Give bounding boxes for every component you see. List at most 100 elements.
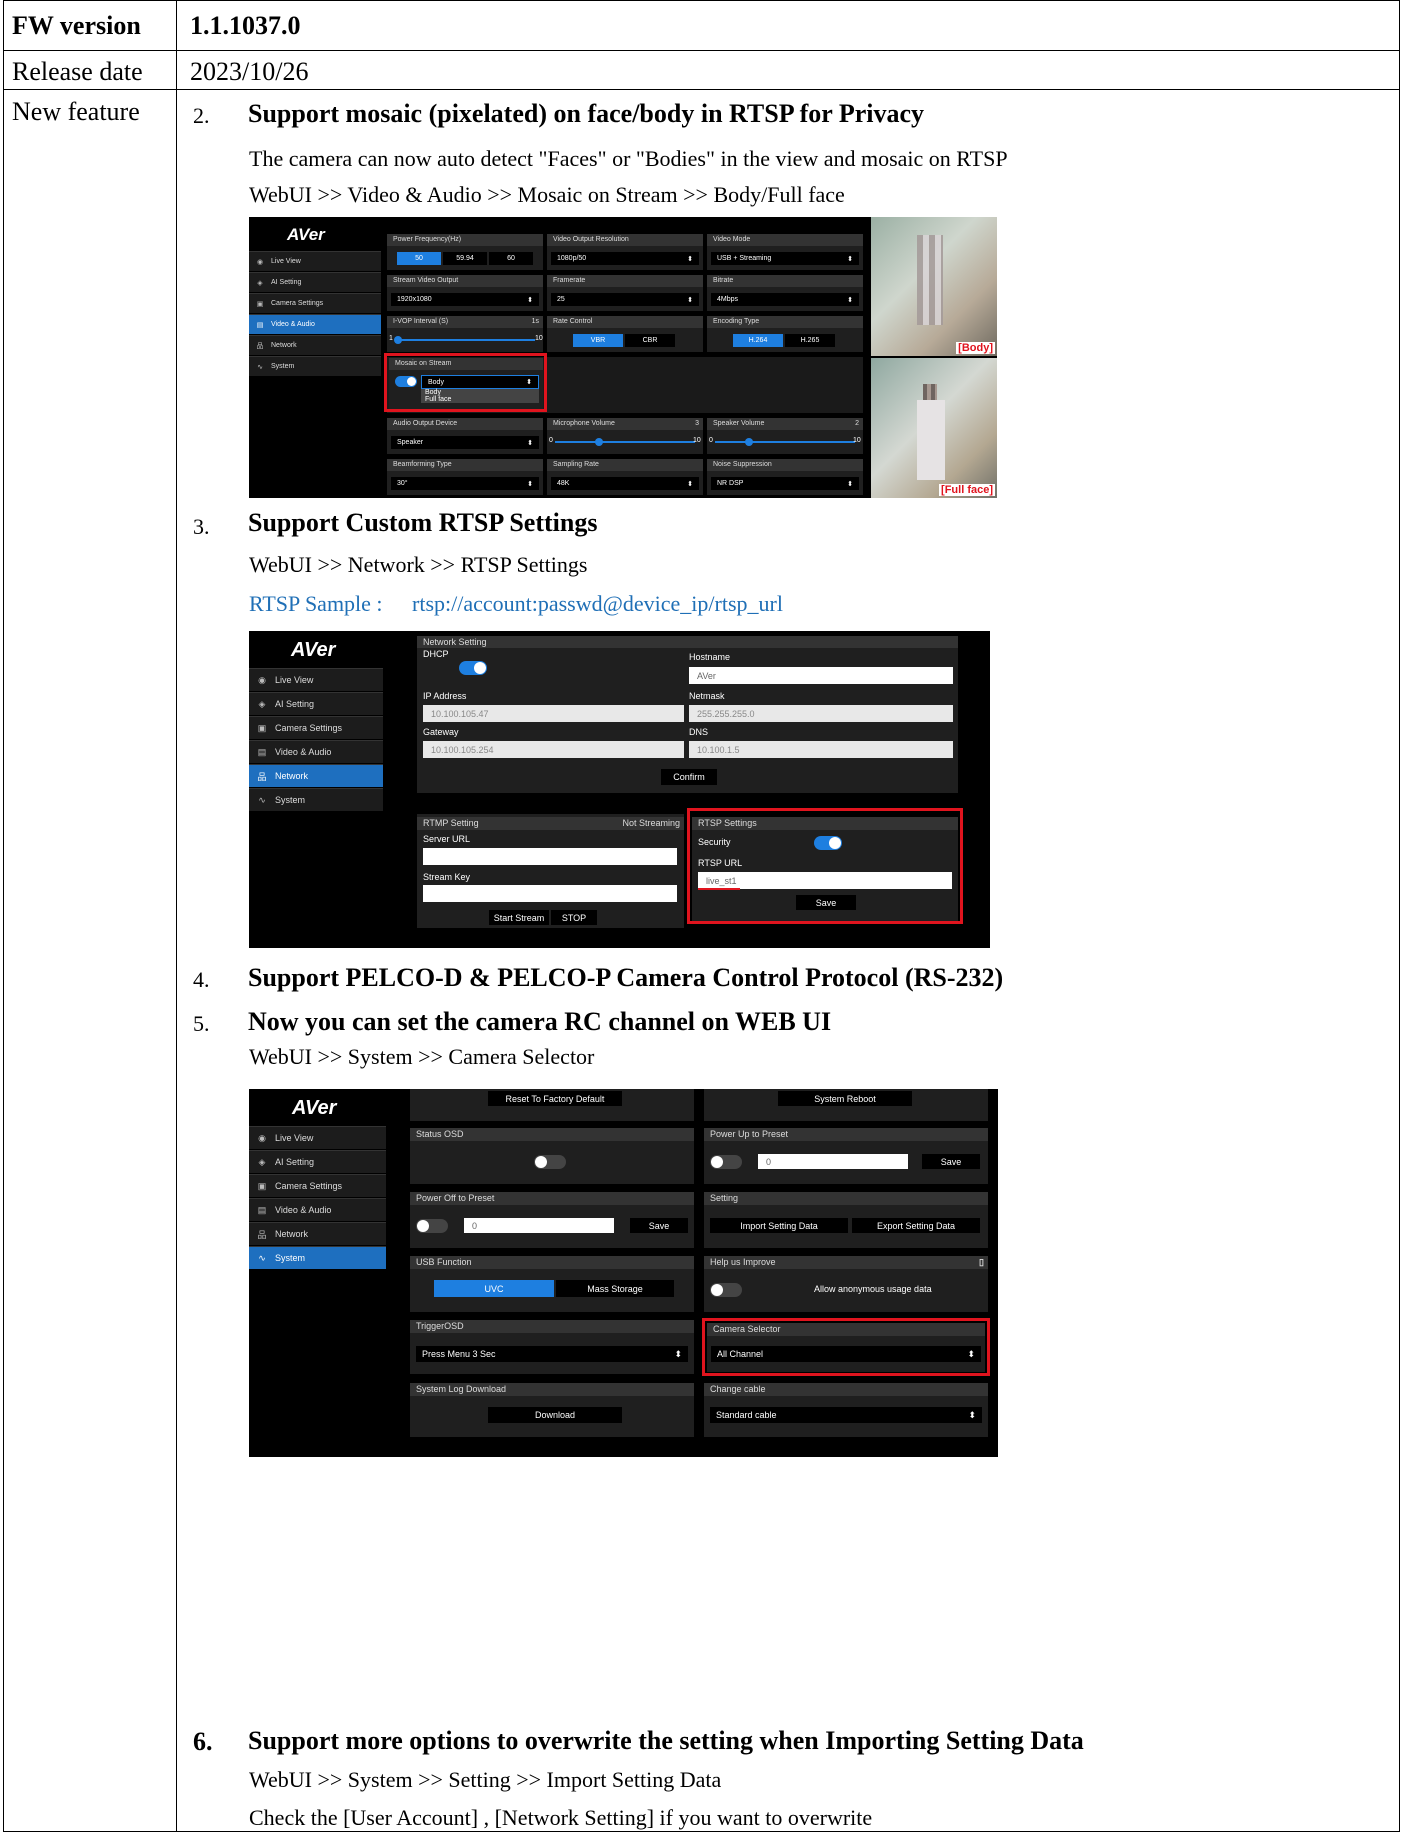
slider-knob[interactable] [394,336,402,344]
save-button[interactable]: Save [630,1218,688,1233]
eye-icon: ◉ [258,1132,266,1143]
power-off-toggle[interactable] [416,1219,448,1233]
sidebar-item-network[interactable]: 品 Network [249,764,383,787]
sidebar-item-label: AI Setting [271,279,302,286]
start-stream-button[interactable]: Start Stream [489,910,549,925]
select-value: USB + Streaming [717,255,772,262]
status-osd-toggle[interactable] [534,1155,566,1169]
noise-select[interactable]: NR DSP ⬍ [711,477,859,490]
ip-label: IP Address [423,691,467,701]
change-cable-select[interactable]: Standard cable ⬍ [710,1407,982,1423]
slider-max: 10 [693,437,701,444]
sidebar-item-system[interactable]: ∿ System [249,788,383,811]
hostname-input[interactable]: AVer [689,667,953,684]
select-value: 4Mbps [717,296,739,303]
trigger-osd-select[interactable]: Press Menu 3 Sec ⬍ [416,1346,688,1362]
sidebar-item-live-view[interactable]: ◉ Live View [249,668,383,691]
microphone-volume-panel: Microphone Volume 3 0 10 [547,418,703,454]
reset-factory-button[interactable]: Reset To Factory Default [488,1091,622,1106]
select-value: 25 [557,296,565,303]
power-frequency-panel: Power Frequency(Hz) 50 59.94 60 [387,234,543,270]
sidebar-item-video-audio[interactable]: ▤ Video & Audio [249,314,381,334]
panel-title: Bitrate [707,275,863,287]
feature-title: Now you can set the camera RC channel on… [248,1007,832,1036]
audio-output-panel: Audio Output Device Speaker ⬍ [387,418,543,454]
sidebar-item-video-audio[interactable]: ▤ Video & Audio [249,740,383,763]
bitrate-select[interactable]: 4Mbps ⬍ [711,293,859,306]
stream-key-input[interactable] [423,885,677,902]
beamforming-select[interactable]: 30° ⬍ [391,477,539,490]
panel-title: Speaker Volume [713,420,765,427]
resolution-select[interactable]: 1080p/50 ⬍ [551,252,699,265]
usage-data-toggle[interactable] [710,1283,742,1297]
panel-title: I-VOP Interval (S) [393,318,449,325]
slider-knob[interactable] [595,438,603,446]
panel-title: TriggerOSD [410,1320,694,1333]
slider-knob[interactable] [745,438,753,446]
speaker-slider[interactable] [715,441,855,443]
sampling-select[interactable]: 48K ⬍ [551,477,699,490]
sidebar-item-system[interactable]: ∿ System [249,356,381,376]
import-setting-button[interactable]: Import Setting Data [710,1218,848,1233]
gateway-input[interactable]: 10.100.105.254 [423,741,684,758]
vbr-button[interactable]: VBR [573,334,623,347]
ivop-slider[interactable] [395,339,535,341]
freq-50-button[interactable]: 50 [397,252,441,265]
stream-output-select[interactable]: 1920x1080 ⬍ [391,293,539,306]
uvc-button[interactable]: UVC [434,1280,554,1297]
encoding-type-panel: Encoding Type H.264 H.265 [707,316,863,352]
cbr-button[interactable]: CBR [625,334,675,347]
sidebar-item-live-view[interactable]: ◉ Live View [249,1126,386,1149]
network-icon: 品 [256,342,264,350]
h264-button[interactable]: H.264 [733,334,783,347]
sidebar-item-camera-settings[interactable]: ▣ Camera Settings [249,1174,386,1197]
sidebar-item-camera-settings[interactable]: ▣ Camera Settings [249,293,381,313]
slider-min: 1 [389,335,393,342]
sidebar-item-live-view[interactable]: ◉ Live View [249,251,381,271]
power-up-toggle[interactable] [710,1155,742,1169]
sidebar-item-network[interactable]: 品 Network [249,1222,386,1245]
beamforming-panel: Beamforming Type 30° ⬍ [387,459,543,495]
power-up-input[interactable]: 0 [758,1154,908,1169]
slider-max: 10 [853,437,861,444]
freq-5994-button[interactable]: 59.94 [443,252,487,265]
info-icon[interactable]: ▯ [979,1256,984,1269]
freq-60-button[interactable]: 60 [489,252,533,265]
system-log-panel: System Log Download Download [410,1383,694,1437]
image-icon: ▣ [257,722,267,733]
sidebar-item-video-audio[interactable]: ▤ Video & Audio [249,1198,386,1221]
download-button[interactable]: Download [488,1407,622,1423]
system-reboot-button[interactable]: System Reboot [778,1091,912,1106]
slider-min: 0 [549,437,553,444]
audio-output-select[interactable]: Speaker ⬍ [391,436,539,449]
sidebar-item-camera-settings[interactable]: ▣ Camera Settings [249,716,383,739]
row-divider [4,89,1399,90]
eye-icon: ◉ [258,674,266,685]
sidebar-item-network[interactable]: 品 Network [249,335,381,355]
video-mode-select[interactable]: USB + Streaming ⬍ [711,252,859,265]
netmask-input[interactable]: 255.255.255.0 [689,705,953,722]
screenshot-video-audio: AVer ◉ Live View ◈ AI Setting ▣ Camera Sett… [249,217,997,498]
h265-button[interactable]: H.265 [785,334,835,347]
save-button[interactable]: Save [922,1154,980,1169]
ip-input[interactable]: 10.100.105.47 [423,705,684,722]
sidebar-item-ai-setting[interactable]: ◈ AI Setting [249,272,381,292]
stop-button[interactable]: STOP [551,910,597,925]
framerate-select[interactable]: 25 ⬍ [551,293,699,306]
panel-title: Audio Output Device [387,418,543,430]
sidebar-item-label: Camera Settings [275,723,343,733]
sidebar-item-system[interactable]: ∿ System [249,1246,386,1269]
chevron-icon: ⬍ [527,296,533,304]
mic-slider[interactable] [555,441,695,443]
sidebar-item-ai-setting[interactable]: ◈ AI Setting [249,1150,386,1173]
server-url-input[interactable] [423,848,677,865]
sidebar-item-ai-setting[interactable]: ◈ AI Setting [249,692,383,715]
confirm-button[interactable]: Confirm [661,769,717,785]
dns-input[interactable]: 10.100.1.5 [689,741,953,758]
export-setting-button[interactable]: Export Setting Data [852,1218,980,1233]
aver-logo: AVer [287,225,325,244]
dhcp-toggle[interactable] [459,661,487,675]
row-divider [4,50,1399,51]
mass-storage-button[interactable]: Mass Storage [556,1280,674,1297]
power-off-input[interactable]: 0 [464,1218,614,1233]
